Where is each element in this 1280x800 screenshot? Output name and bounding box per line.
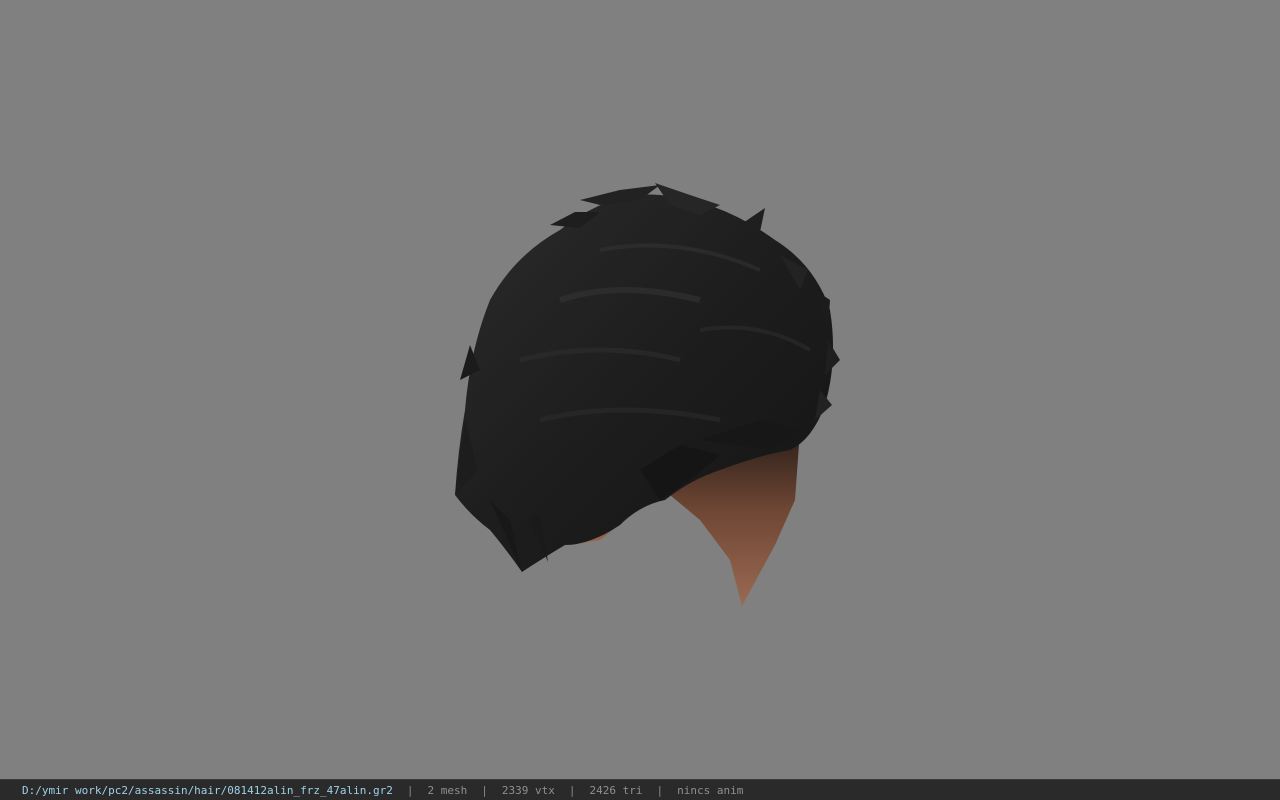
triangle-count: 2426 tri: [589, 783, 643, 797]
separator: |: [406, 783, 414, 797]
mesh-count: 2 mesh: [427, 783, 468, 797]
animation-status: nincs anim: [677, 783, 744, 797]
file-path: D:/ymir work/pc2/assassin/hair/081412ali…: [22, 783, 393, 797]
separator: |: [568, 783, 576, 797]
status-bar: D:/ymir work/pc2/assassin/hair/081412ali…: [0, 779, 1280, 800]
3d-viewport[interactable]: [0, 0, 1280, 779]
separator: |: [481, 783, 488, 797]
separator: |: [656, 783, 664, 797]
hair-model[interactable]: [0, 0, 1280, 779]
vertex-count: 2339 vtx: [501, 783, 555, 797]
